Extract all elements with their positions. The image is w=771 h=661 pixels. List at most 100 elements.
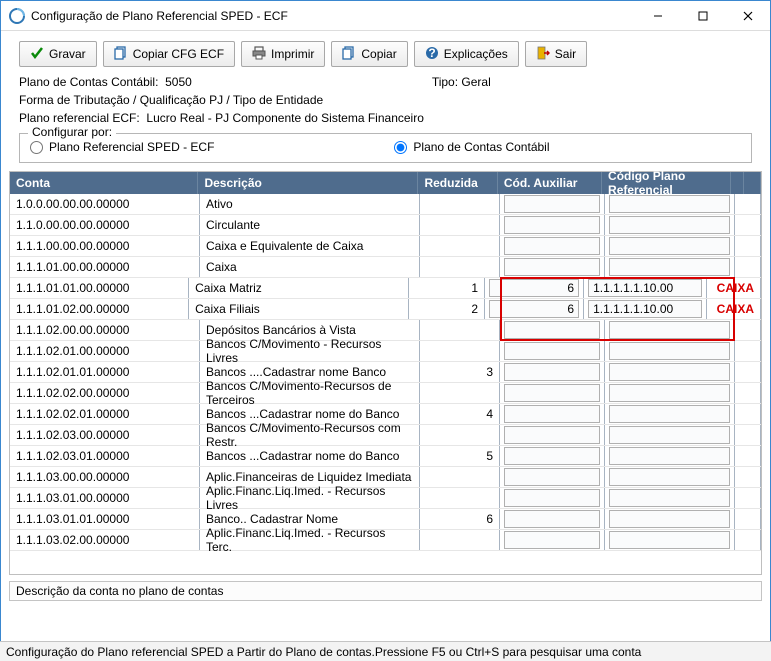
cell-descricao: Caixa Matriz	[189, 278, 409, 298]
cod-aux-input[interactable]	[504, 258, 600, 276]
col-descricao-header[interactable]: Descrição	[198, 172, 418, 194]
cod-aux-input[interactable]	[504, 510, 600, 528]
imprimir-button[interactable]: Imprimir	[241, 41, 325, 67]
table-row[interactable]: 1.1.1.01.02.00.00000Caixa Filiais2CAIXA	[10, 299, 761, 320]
cell-conta: 1.1.1.03.02.00.00000	[10, 530, 200, 550]
plano-ref-value: Lucro Real - PJ Componente do Sistema Fi…	[146, 111, 423, 125]
cod-ref-input[interactable]	[609, 510, 730, 528]
cod-ref-input[interactable]	[609, 384, 730, 402]
cod-aux-input[interactable]	[504, 216, 600, 234]
cell-conta: 1.1.1.01.00.00.00000	[10, 257, 200, 277]
cod-aux-input[interactable]	[504, 531, 600, 549]
cod-ref-input[interactable]	[609, 258, 730, 276]
toolbar: Gravar Copiar CFG ECF Imprimir Copiar ? …	[1, 31, 770, 73]
cod-aux-input[interactable]	[504, 426, 600, 444]
cell-reduzida	[420, 467, 500, 487]
plano-contas-value: 5050	[165, 75, 192, 89]
cell-descricao: Caixa e Equivalente de Caixa	[200, 236, 420, 256]
col-cod-aux-header[interactable]: Cód. Auxiliar	[498, 172, 602, 194]
gravar-button[interactable]: Gravar	[19, 41, 97, 67]
cell-trail	[735, 404, 761, 424]
plano-ref-label: Plano referencial ECF:	[19, 111, 140, 125]
cod-ref-input[interactable]	[609, 405, 730, 423]
cell-trail	[735, 446, 761, 466]
cell-cod-ref	[584, 299, 707, 319]
cod-ref-input[interactable]	[609, 195, 730, 213]
explicacoes-button[interactable]: ? Explicações	[414, 41, 519, 67]
cod-aux-input[interactable]	[504, 489, 600, 507]
cod-aux-input[interactable]	[504, 342, 600, 360]
cod-aux-input[interactable]	[504, 321, 600, 339]
scrollbar-header-stub	[744, 172, 761, 194]
cod-ref-input[interactable]	[609, 342, 730, 360]
cod-aux-input[interactable]	[489, 279, 579, 297]
radio-plano-contabil-input[interactable]	[394, 141, 407, 154]
cod-aux-input[interactable]	[504, 237, 600, 255]
cell-cod-aux	[500, 383, 605, 403]
cell-reduzida: 5	[420, 446, 500, 466]
cod-ref-input[interactable]	[609, 216, 730, 234]
cell-conta: 1.1.1.03.01.00.00000	[10, 488, 200, 508]
table-row[interactable]: 1.1.0.00.00.00.00000Circulante	[10, 215, 761, 236]
cod-ref-input[interactable]	[609, 531, 730, 549]
cell-conta: 1.1.1.01.02.00.00000	[10, 299, 189, 319]
copiar-button[interactable]: Copiar	[331, 41, 407, 67]
cell-trail	[735, 383, 761, 403]
radio-plano-contabil[interactable]: Plano de Contas Contábil	[394, 140, 549, 154]
maximize-button[interactable]	[680, 1, 725, 30]
printer-icon	[252, 46, 266, 63]
cod-aux-input[interactable]	[504, 195, 600, 213]
cod-ref-input[interactable]	[609, 447, 730, 465]
col-conta-header[interactable]: Conta	[10, 172, 198, 194]
table-row[interactable]: 1.1.1.03.01.00.00000Aplic.Financ.Liq.Ime…	[10, 488, 761, 509]
cod-ref-input[interactable]	[609, 468, 730, 486]
forma-tributacao-label: Forma de Tributação / Qualificação PJ / …	[19, 91, 752, 109]
grid-body[interactable]: 1.0.0.00.00.00.00000Ativo1.1.0.00.00.00.…	[10, 194, 761, 574]
accounts-grid: Conta Descrição Reduzida Cód. Auxiliar C…	[9, 171, 762, 575]
table-row[interactable]: 1.0.0.00.00.00.00000Ativo	[10, 194, 761, 215]
cod-aux-input[interactable]	[489, 300, 579, 318]
table-row[interactable]: 1.1.1.02.02.00.00000Bancos C/Movimento-R…	[10, 383, 761, 404]
cod-ref-input[interactable]	[588, 279, 702, 297]
cod-ref-input[interactable]	[609, 426, 730, 444]
tipo-label: Tipo:	[432, 75, 458, 89]
col-reduzida-header[interactable]: Reduzida	[418, 172, 497, 194]
cod-ref-input[interactable]	[588, 300, 702, 318]
help-icon: ?	[425, 46, 439, 63]
radio-plano-contabil-label: Plano de Contas Contábil	[413, 140, 549, 154]
cod-aux-input[interactable]	[504, 405, 600, 423]
table-row[interactable]: 1.1.1.00.00.00.00000Caixa e Equivalente …	[10, 236, 761, 257]
title-bar: Configuração de Plano Referencial SPED -…	[1, 1, 770, 31]
cell-descricao: Aplic.Financ.Liq.Imed. - Recursos Terc.	[200, 530, 420, 550]
sair-button[interactable]: Sair	[525, 41, 587, 67]
cell-conta: 1.1.1.03.00.00.00000	[10, 467, 200, 487]
cod-aux-input[interactable]	[504, 468, 600, 486]
cod-ref-input[interactable]	[609, 237, 730, 255]
radio-plano-sped-input[interactable]	[30, 141, 43, 154]
plano-contas-label: Plano de Contas Contábil:	[19, 75, 158, 89]
row-red-label: CAIXA	[717, 302, 754, 316]
close-button[interactable]	[725, 1, 770, 30]
col-cod-ref-header[interactable]: Código Plano Referencial	[602, 172, 731, 194]
table-row[interactable]: 1.1.1.01.00.00.00000Caixa	[10, 257, 761, 278]
cod-aux-input[interactable]	[504, 447, 600, 465]
copiar-cfg-button[interactable]: Copiar CFG ECF	[103, 41, 235, 67]
cell-cod-aux	[500, 257, 605, 277]
cod-ref-input[interactable]	[609, 489, 730, 507]
cell-trail: CAIXA	[707, 299, 761, 319]
cod-ref-input[interactable]	[609, 363, 730, 381]
cod-aux-input[interactable]	[504, 363, 600, 381]
table-row[interactable]: 1.1.1.02.03.01.00000Bancos ...Cadastrar …	[10, 446, 761, 467]
radio-plano-sped[interactable]: Plano Referencial SPED - ECF	[30, 140, 214, 154]
table-row[interactable]: 1.1.1.02.03.00.00000Bancos C/Movimento-R…	[10, 425, 761, 446]
cod-ref-input[interactable]	[609, 321, 730, 339]
cell-cod-ref	[605, 194, 735, 214]
table-row[interactable]: 1.1.1.01.01.00.00000Caixa Matriz1CAIXA	[10, 278, 761, 299]
cod-aux-input[interactable]	[504, 384, 600, 402]
minimize-button[interactable]	[635, 1, 680, 30]
cell-conta: 1.1.1.02.02.00.00000	[10, 383, 200, 403]
table-row[interactable]: 1.1.1.02.01.00.00000Bancos C/Movimento -…	[10, 341, 761, 362]
table-row[interactable]: 1.1.1.03.02.00.00000Aplic.Financ.Liq.Ime…	[10, 530, 761, 551]
cell-cod-ref	[605, 257, 735, 277]
cell-cod-aux	[485, 278, 584, 298]
